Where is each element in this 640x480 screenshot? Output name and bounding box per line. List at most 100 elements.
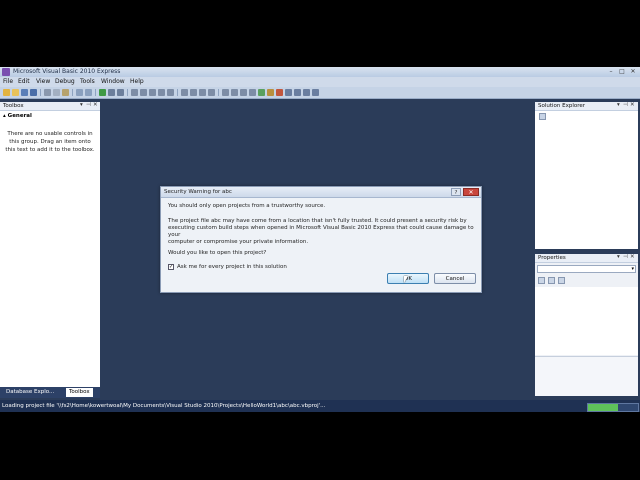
property-pages-icon[interactable] xyxy=(558,277,565,284)
loading-progress-fill xyxy=(588,404,618,411)
dialog-paragraph-line: executing custom build steps when opened… xyxy=(168,225,474,238)
toolbar-separator xyxy=(95,89,96,96)
next-bookmark-icon[interactable] xyxy=(190,89,197,96)
toolbox-dropdown-icon[interactable]: ▾ xyxy=(80,102,83,108)
dialog-close-icon[interactable]: ✕ xyxy=(463,188,479,196)
menu-tools[interactable]: Tools xyxy=(80,78,95,85)
window-titlebar: Microsoft Visual Basic 2010 Express – □ … xyxy=(0,67,640,77)
format-right-icon[interactable] xyxy=(240,89,247,96)
step-into-icon[interactable] xyxy=(108,89,115,96)
step-over-icon[interactable] xyxy=(117,89,124,96)
maximize-button[interactable]: □ xyxy=(617,68,627,76)
format-size-icon[interactable] xyxy=(249,89,256,96)
redo-icon[interactable] xyxy=(85,89,92,96)
properties-window-icon[interactable] xyxy=(267,89,274,96)
dialog-titlebar: Security Warning for abc ? ✕ xyxy=(161,187,481,198)
properties-pin-icon[interactable]: ⊣ xyxy=(623,254,628,260)
error-list-icon[interactable] xyxy=(285,89,292,96)
menu-debug[interactable]: Debug xyxy=(55,78,75,85)
visual-basic-icon xyxy=(2,68,10,76)
dialog-question: Would you like to open this project? xyxy=(168,250,267,256)
toolbar-separator xyxy=(127,89,128,96)
cut-icon[interactable] xyxy=(44,89,51,96)
format-center-icon[interactable] xyxy=(231,89,238,96)
save-icon[interactable] xyxy=(21,89,28,96)
toolbox-icon[interactable] xyxy=(276,89,283,96)
toolbox-section-general[interactable]: ▴ General xyxy=(3,113,32,119)
dialog-paragraph-line: The project file abc may have come from … xyxy=(168,218,467,224)
properties-header: Properties ▾ ⊣ ✕ xyxy=(535,254,638,263)
dialog-title: Security Warning for abc xyxy=(164,189,232,195)
menu-edit[interactable]: Edit xyxy=(18,78,30,85)
open-file-icon[interactable] xyxy=(12,89,19,96)
security-warning-dialog: Security Warning for abc ? ✕ You should … xyxy=(160,186,482,293)
categorized-icon[interactable] xyxy=(538,277,545,284)
menu-view[interactable]: View xyxy=(36,78,50,85)
tab-toolbox[interactable]: Toolbox xyxy=(66,388,93,397)
start-page-icon[interactable] xyxy=(303,89,310,96)
toolbar-options-icon[interactable] xyxy=(312,89,319,96)
toolbox-pin-icon[interactable]: ⊣ xyxy=(86,102,91,108)
properties-object-select[interactable]: ▾ xyxy=(537,265,636,273)
uncomment-icon[interactable] xyxy=(149,89,156,96)
bookmark-icon[interactable] xyxy=(181,89,188,96)
solution-properties-icon[interactable] xyxy=(539,113,546,120)
toolbox-panel: Toolbox ▾ ⊣ ✕ ▴ General There are no usa… xyxy=(0,102,100,387)
find-icon[interactable] xyxy=(131,89,138,96)
menu-bar: File Edit View Debug Tools Window Help xyxy=(0,77,640,87)
save-all-icon[interactable] xyxy=(30,89,37,96)
ide-window: Microsoft Visual Basic 2010 Express – □ … xyxy=(0,67,640,412)
solution-explorer-panel: Solution Explorer ▾ ⊣ ✕ xyxy=(535,102,638,249)
checkmark-icon: ✓ xyxy=(169,264,174,270)
alphabetical-icon[interactable] xyxy=(548,277,555,284)
solution-explorer-icon[interactable] xyxy=(258,89,265,96)
format-align-icon[interactable] xyxy=(222,89,229,96)
new-project-icon[interactable] xyxy=(3,89,10,96)
properties-dropdown-icon[interactable]: ▾ xyxy=(617,254,620,260)
tab-database-explorer[interactable]: Database Explo... xyxy=(3,388,57,397)
solution-explorer-dropdown-icon[interactable]: ▾ xyxy=(617,102,620,108)
solution-explorer-close-icon[interactable]: ✕ xyxy=(630,102,635,108)
solution-explorer-title: Solution Explorer xyxy=(538,103,586,109)
indent-icon[interactable] xyxy=(158,89,165,96)
properties-description xyxy=(535,356,638,396)
mouse-cursor-icon xyxy=(404,276,408,283)
object-browser-icon[interactable] xyxy=(294,89,301,96)
toolbar-separator xyxy=(218,89,219,96)
ok-button[interactable]: OK xyxy=(387,273,429,284)
ask-every-project-checkbox[interactable]: ✓ xyxy=(168,264,174,270)
close-button[interactable]: ✕ xyxy=(628,68,638,76)
window-title: Microsoft Visual Basic 2010 Express xyxy=(13,68,121,75)
toolbox-empty-line: this group. Drag an item onto xyxy=(9,139,91,145)
toolbox-empty-message: There are no usable controls in this gro… xyxy=(0,130,100,154)
previous-bookmark-icon[interactable] xyxy=(199,89,206,96)
clear-bookmarks-icon[interactable] xyxy=(208,89,215,96)
cancel-button[interactable]: Cancel xyxy=(434,273,476,284)
menu-file[interactable]: File xyxy=(3,78,13,85)
left-tool-tabs: Database Explo... Toolbox xyxy=(0,387,100,398)
menu-window[interactable]: Window xyxy=(101,78,125,85)
outdent-icon[interactable] xyxy=(167,89,174,96)
paste-icon[interactable] xyxy=(62,89,69,96)
status-text: Loading project file '\\fs2\Home\kowertw… xyxy=(2,403,326,409)
solution-explorer-pin-icon[interactable]: ⊣ xyxy=(623,102,628,108)
properties-close-icon[interactable]: ✕ xyxy=(630,254,635,260)
comment-icon[interactable] xyxy=(140,89,147,96)
minimize-button[interactable]: – xyxy=(606,68,616,76)
copy-icon[interactable] xyxy=(53,89,60,96)
solution-explorer-header: Solution Explorer ▾ ⊣ ✕ xyxy=(535,102,638,111)
properties-title: Properties xyxy=(538,255,566,261)
loading-progress-bar xyxy=(587,403,639,412)
help-icon[interactable]: ? xyxy=(451,188,461,196)
toolbox-header: Toolbox ▾ ⊣ ✕ xyxy=(0,102,100,111)
toolbox-empty-line: There are no usable controls in xyxy=(7,131,93,137)
dialog-warning-line: You should only open projects from a tru… xyxy=(168,203,326,209)
undo-icon[interactable] xyxy=(76,89,83,96)
start-debugging-icon[interactable] xyxy=(99,89,106,96)
toolbox-close-icon[interactable]: ✕ xyxy=(93,102,98,108)
standard-toolbar xyxy=(0,87,640,99)
chevron-down-icon: ▾ xyxy=(631,266,634,272)
menu-help[interactable]: Help xyxy=(130,78,144,85)
status-bar: Loading project file '\\fs2\Home\kowertw… xyxy=(0,400,640,412)
toolbar-separator xyxy=(72,89,73,96)
